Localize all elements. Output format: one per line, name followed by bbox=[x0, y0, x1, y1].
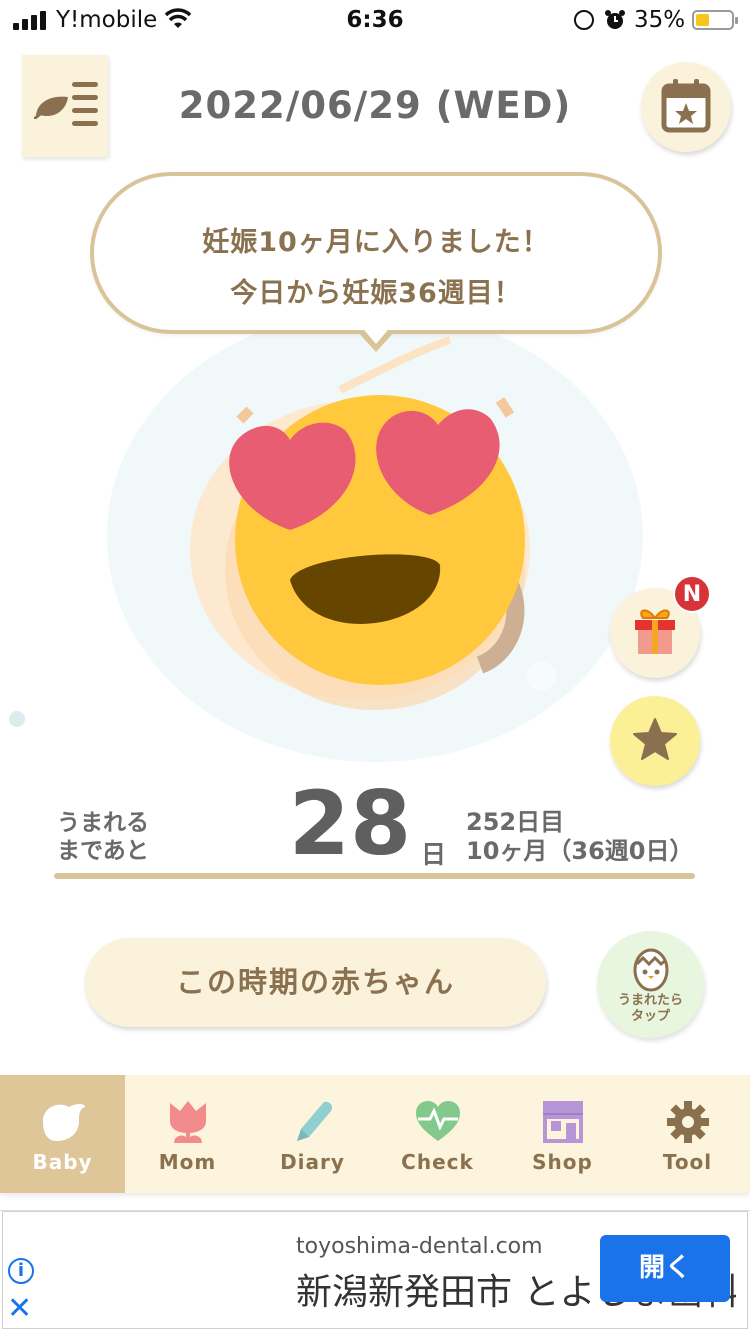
born-tap-line-1: うまれたら bbox=[617, 993, 683, 1008]
leaf-menu-icon bbox=[34, 96, 68, 119]
tab-diary[interactable]: Diary bbox=[250, 1075, 375, 1193]
message-bubble: 妊娠10ヶ月に入りました！ 今日から妊娠36週目！ bbox=[90, 172, 662, 334]
ad-banner[interactable]: i ✕ toyoshima-dental.com 新潟新発田市 とよしま歯科 開… bbox=[0, 1210, 750, 1334]
current-date: 2022/06/29 (WED) bbox=[178, 84, 572, 127]
tab-check[interactable]: Check bbox=[375, 1075, 500, 1193]
battery-icon bbox=[692, 10, 738, 30]
pregnancy-progress: 252日目 10ヶ月（36週0日） bbox=[466, 808, 694, 866]
month-week: 10ヶ月（36週0日） bbox=[466, 837, 694, 865]
ad-info-icon[interactable]: i bbox=[8, 1258, 34, 1284]
tab-label: Tool bbox=[662, 1150, 713, 1174]
baby-heart-eyes-illustration[interactable] bbox=[160, 330, 580, 730]
born-tap-label: うまれたら タップ bbox=[597, 993, 704, 1025]
decor-dot bbox=[9, 711, 25, 727]
baby-this-period-button[interactable]: この時期の赤ちゃん bbox=[85, 938, 546, 1027]
tab-tool[interactable]: Tool bbox=[625, 1075, 750, 1193]
pencil-icon bbox=[297, 1101, 333, 1141]
tulip-icon bbox=[170, 1101, 206, 1143]
born-tap-button[interactable]: うまれたら タップ bbox=[597, 931, 704, 1038]
tab-shop[interactable]: Shop bbox=[500, 1075, 625, 1193]
new-badge: N bbox=[673, 575, 711, 613]
ad-open-button[interactable]: 開く bbox=[600, 1235, 730, 1302]
gear-icon bbox=[667, 1101, 709, 1143]
tab-label: Shop bbox=[532, 1150, 593, 1174]
alarm-icon bbox=[605, 10, 625, 29]
bird-icon bbox=[43, 1104, 85, 1141]
born-tap-line-2: タップ bbox=[630, 1009, 670, 1024]
menu-lines bbox=[72, 82, 98, 134]
day-count: 252日目 bbox=[466, 808, 565, 836]
tab-label: Check bbox=[401, 1150, 474, 1174]
message-line-1: 妊娠10ヶ月に入りました！ bbox=[202, 227, 550, 258]
tab-baby[interactable]: Baby bbox=[0, 1075, 125, 1193]
tab-bar: Baby Mom Diary Check Shop Tool bbox=[0, 1075, 750, 1193]
rotation-lock-icon bbox=[574, 10, 594, 30]
hatching-egg-icon bbox=[633, 948, 669, 992]
star-icon bbox=[633, 718, 677, 760]
message-line-2: 今日から妊娠36週目！ bbox=[230, 278, 522, 309]
tab-mom[interactable]: Mom bbox=[125, 1075, 250, 1193]
countdown-label-line-2: まであと bbox=[57, 838, 149, 864]
countdown-divider bbox=[54, 873, 695, 879]
ad-close-icon[interactable]: ✕ bbox=[7, 1294, 32, 1324]
calendar-button[interactable] bbox=[641, 62, 731, 152]
favorite-button[interactable] bbox=[610, 696, 700, 786]
tab-label: Baby bbox=[32, 1150, 93, 1174]
countdown-label: うまれる まであと bbox=[57, 809, 149, 865]
menu-button[interactable] bbox=[22, 55, 108, 157]
gift-icon bbox=[635, 609, 675, 654]
calendar-star-icon bbox=[661, 79, 711, 133]
status-bar: Y!mobile 6:36 35% bbox=[0, 0, 750, 40]
tab-label: Diary bbox=[280, 1150, 345, 1174]
shop-icon bbox=[543, 1101, 583, 1143]
countdown-label-line-1: うまれる bbox=[57, 810, 149, 836]
days-unit: 日 bbox=[421, 840, 447, 869]
tab-label: Mom bbox=[158, 1150, 217, 1174]
bubble-tail bbox=[356, 325, 396, 352]
heartbeat-icon bbox=[416, 1101, 460, 1141]
battery-percent: 35% bbox=[634, 7, 686, 33]
days-remaining: 28 bbox=[288, 772, 412, 875]
ad-domain: toyoshima-dental.com bbox=[296, 1234, 543, 1259]
